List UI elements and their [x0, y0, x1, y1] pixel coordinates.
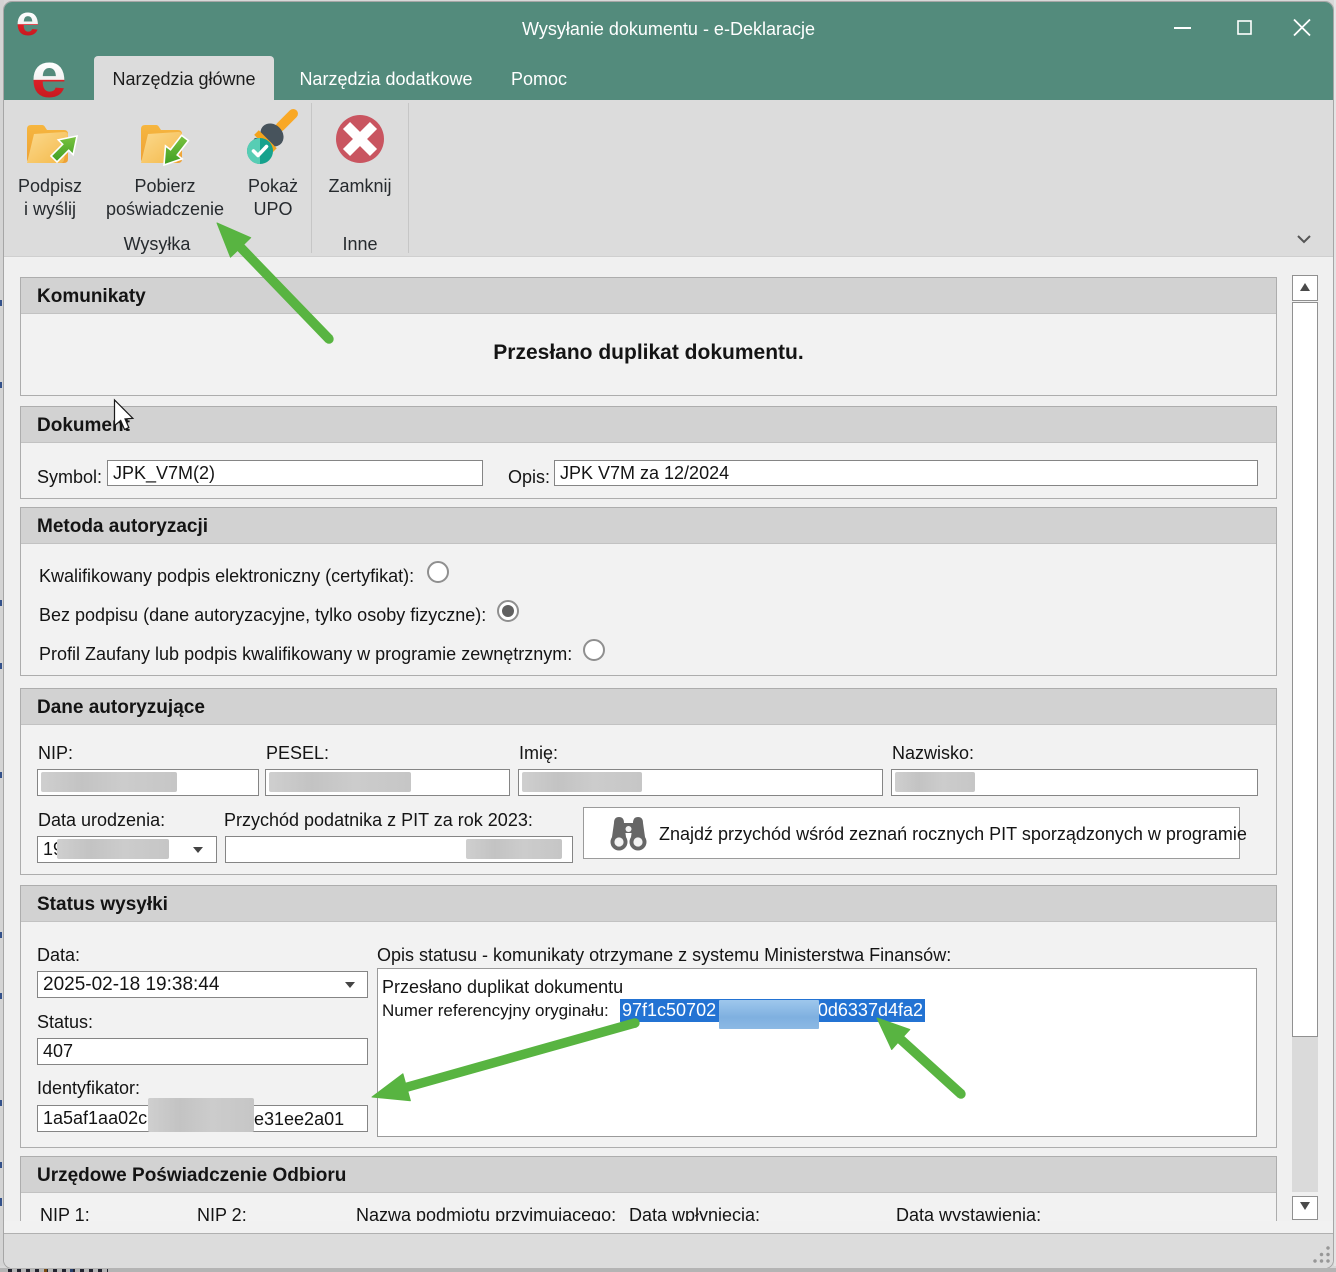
- svg-text:e: e: [31, 39, 67, 111]
- svg-text:e: e: [16, 0, 39, 44]
